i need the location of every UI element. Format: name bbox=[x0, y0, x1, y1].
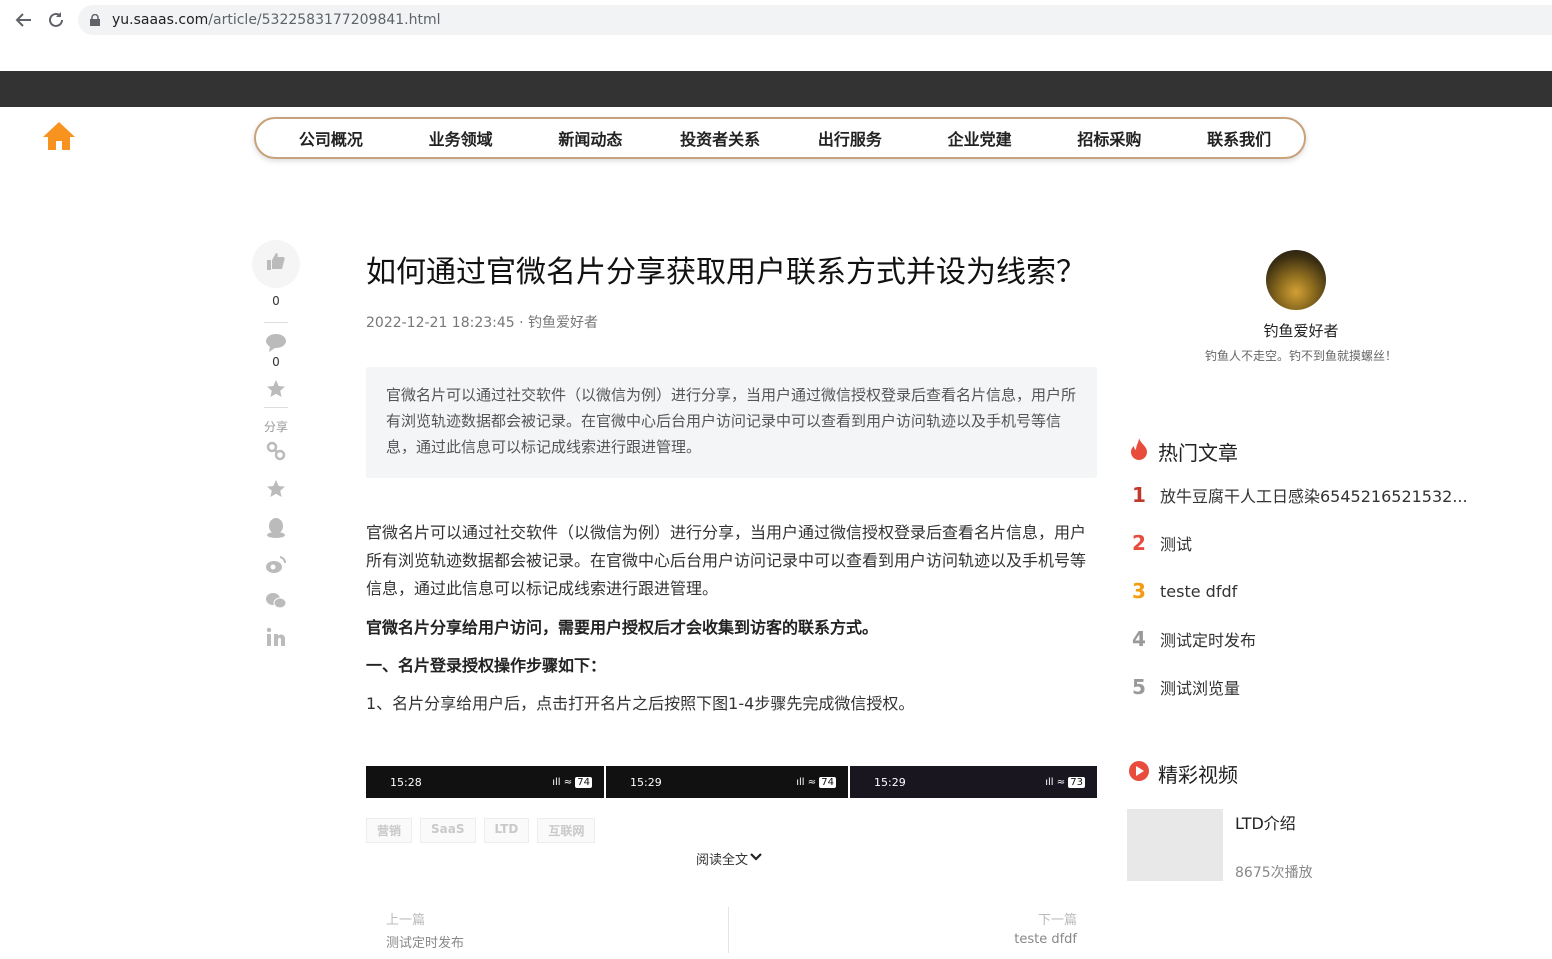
tag[interactable]: LTD bbox=[483, 818, 530, 843]
nav-item-investors[interactable]: 投资者关系 bbox=[655, 126, 785, 150]
like-button[interactable] bbox=[252, 240, 300, 288]
back-arrow-icon[interactable] bbox=[13, 9, 35, 31]
nav-item-bidding[interactable]: 招标采购 bbox=[1045, 126, 1175, 150]
main-nav: 公司概况 业务领域 新闻动态 投资者关系 出行服务 企业党建 招标采购 联系我们 bbox=[254, 117, 1306, 159]
hot-article-item[interactable]: 1 放牛豆腐干人工日感染6545216521532... bbox=[1132, 483, 1482, 507]
tag-list: 营销 SaaS LTD 互联网 bbox=[366, 818, 596, 843]
article-subheading: 一、名片登录授权操作步骤如下： bbox=[366, 656, 607, 675]
reload-icon[interactable] bbox=[45, 9, 67, 31]
hot-articles-title: 热门文章 bbox=[1158, 441, 1238, 465]
video-play-count: 8675次播放 bbox=[1235, 865, 1313, 881]
linkedin-icon[interactable] bbox=[252, 627, 300, 647]
tag[interactable]: SaaS bbox=[420, 818, 476, 843]
phone-status-icons: ıll ≈ 74 bbox=[552, 776, 592, 788]
weibo-icon[interactable] bbox=[252, 555, 300, 575]
thumbs-up-icon bbox=[266, 252, 286, 276]
hot-article-title: 放牛豆腐干人工日感染6545216521532... bbox=[1160, 487, 1468, 506]
like-count: 0 bbox=[272, 294, 280, 308]
hot-article-item[interactable]: 2 测试 bbox=[1132, 531, 1482, 555]
next-label: 下一篇 bbox=[1037, 913, 1077, 928]
share-rail: 0 0 分享 bbox=[252, 240, 300, 647]
article-title: 如何通过官微名片分享获取用户联系方式并设为线索？ bbox=[366, 255, 1086, 290]
prev-label: 上一篇 bbox=[386, 913, 426, 928]
video-thumbnail[interactable] bbox=[1127, 809, 1223, 881]
hot-article-rank: 3 bbox=[1132, 579, 1146, 603]
phone-time: 15:29 bbox=[630, 775, 662, 789]
nav-item-party[interactable]: 企业党建 bbox=[915, 126, 1045, 150]
article-meta: 2022-12-21 18:23:45 · 钓鱼爱好者 bbox=[366, 315, 599, 331]
article-paragraph: 1、名片分享给用户后，点击打开名片之后按照下图1-4步骤先完成微信授权。 bbox=[366, 694, 915, 713]
nav-item-travel[interactable]: 出行服务 bbox=[785, 126, 915, 150]
author-motto: 钓鱼人不走空。钓不到鱼就摸螺丝！ bbox=[1204, 349, 1397, 363]
chevron-down-icon bbox=[750, 851, 762, 866]
hot-article-item[interactable]: 3 teste dfdf bbox=[1132, 579, 1482, 603]
phone-time: 15:28 bbox=[390, 775, 422, 789]
next-article-link[interactable]: 下一篇 teste dfdf bbox=[1014, 909, 1077, 947]
hot-article-rank: 4 bbox=[1132, 627, 1146, 651]
phone-screenshot: 15:28 ıll ≈ 74 bbox=[366, 766, 604, 798]
link-icon[interactable] bbox=[252, 441, 300, 461]
nav-item-business[interactable]: 业务领域 bbox=[396, 126, 526, 150]
browser-toolbar: yu.saaas.com/article/5322583177209841.ht… bbox=[0, 0, 1552, 40]
video-title[interactable]: LTD介绍 bbox=[1235, 810, 1296, 834]
star-icon[interactable] bbox=[252, 379, 300, 399]
divider bbox=[264, 407, 288, 408]
nav-item-company[interactable]: 公司概况 bbox=[266, 126, 396, 150]
prev-article-link[interactable]: 上一篇 测试定时发布 bbox=[386, 909, 464, 951]
article-summary: 官微名片可以通过社交软件（以微信为例）进行分享，当用户通过微信授权登录后查看名片… bbox=[366, 367, 1097, 478]
author-avatar[interactable] bbox=[1266, 250, 1326, 310]
phone-screenshot: 15:29 ıll ≈ 74 bbox=[606, 766, 848, 798]
address-bar[interactable]: yu.saaas.com/article/5322583177209841.ht… bbox=[78, 5, 1552, 35]
article-paragraph-bold: 官微名片分享给用户访问，需要用户授权后才会收集到访客的联系方式。 bbox=[366, 618, 879, 637]
next-title: teste dfdf bbox=[1014, 932, 1077, 947]
url-path: /article/5322583177209841.html bbox=[208, 12, 441, 28]
comment-icon[interactable] bbox=[252, 333, 300, 353]
hot-article-rank: 5 bbox=[1132, 675, 1146, 699]
phone-screenshot: 15:29 ıll ≈ 73 bbox=[850, 766, 1097, 798]
pager-divider bbox=[728, 907, 729, 953]
hot-article-title: 测试定时发布 bbox=[1160, 631, 1257, 650]
hot-article-title: 测试浏览量 bbox=[1160, 679, 1241, 698]
phone-battery: 73 bbox=[1068, 776, 1085, 788]
site-top-bar bbox=[0, 71, 1552, 107]
hot-article-title: teste dfdf bbox=[1160, 581, 1238, 601]
url-host: yu.saaas.com bbox=[112, 12, 209, 28]
author-name[interactable]: 钓鱼爱好者 bbox=[1196, 320, 1406, 341]
article-paragraph: 官微名片可以通过社交软件（以微信为例）进行分享，当用户通过微信授权登录后查看名片… bbox=[366, 523, 1087, 598]
hot-articles-heading: 热门文章 bbox=[1128, 437, 1238, 466]
phone-status-icons: ıll ≈ 73 bbox=[1045, 776, 1085, 788]
videos-heading: 精彩视频 bbox=[1128, 759, 1238, 788]
play-circle-icon bbox=[1128, 760, 1150, 787]
hot-article-item[interactable]: 4 测试定时发布 bbox=[1132, 627, 1482, 651]
read-more-button[interactable]: 阅读全文 bbox=[696, 849, 762, 868]
prev-title: 测试定时发布 bbox=[386, 936, 465, 951]
wechat-icon[interactable] bbox=[252, 591, 300, 611]
phone-time: 15:29 bbox=[874, 775, 906, 789]
hot-article-rank: 2 bbox=[1132, 531, 1146, 555]
article-pager: 上一篇 测试定时发布 下一篇 teste dfdf bbox=[366, 905, 1097, 955]
phone-battery: 74 bbox=[819, 776, 836, 788]
nav-item-contact[interactable]: 联系我们 bbox=[1174, 126, 1304, 150]
favorite-star-icon[interactable] bbox=[252, 479, 300, 499]
divider bbox=[264, 322, 288, 323]
phone-battery: 74 bbox=[575, 776, 592, 788]
fire-icon bbox=[1128, 437, 1150, 466]
share-label: 分享 bbox=[263, 420, 288, 434]
hot-article-title: 测试 bbox=[1160, 535, 1193, 554]
tag[interactable]: 互联网 bbox=[537, 818, 596, 843]
qq-icon[interactable] bbox=[252, 517, 300, 539]
home-icon[interactable] bbox=[42, 120, 76, 152]
phone-status-icons: ıll ≈ 74 bbox=[796, 776, 836, 788]
tag[interactable]: 营销 bbox=[366, 818, 413, 843]
videos-title: 精彩视频 bbox=[1158, 763, 1238, 787]
read-more-label: 阅读全文 bbox=[696, 853, 749, 868]
nav-item-news[interactable]: 新闻动态 bbox=[526, 126, 656, 150]
comment-count: 0 bbox=[272, 355, 280, 369]
hot-article-rank: 1 bbox=[1132, 483, 1146, 507]
lock-icon bbox=[90, 13, 100, 26]
screenshot-strip: 15:28 ıll ≈ 74 15:29 ıll ≈ 74 15:29 ıll … bbox=[366, 766, 1097, 798]
hot-article-item[interactable]: 5 测试浏览量 bbox=[1132, 675, 1482, 699]
